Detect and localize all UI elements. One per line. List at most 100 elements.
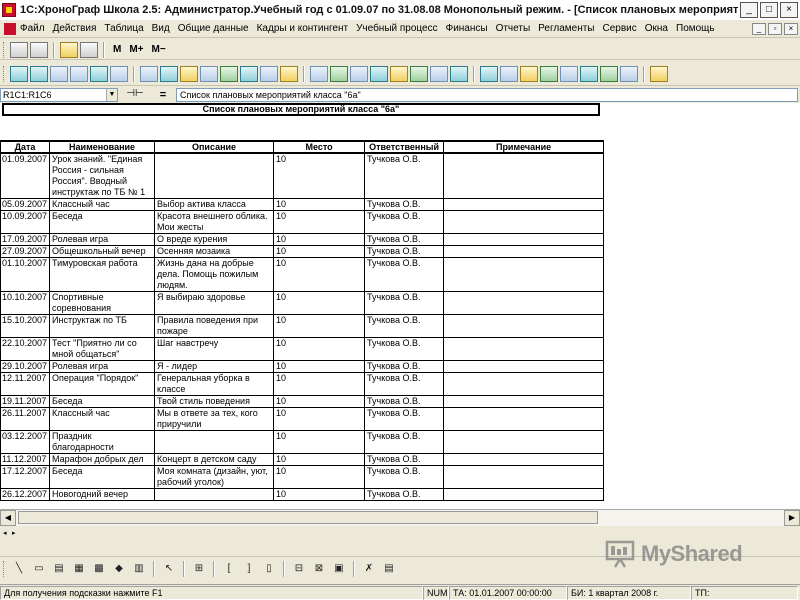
doc-minimize-button[interactable]: _: [752, 22, 766, 35]
cell-date[interactable]: 22.10.2007: [0, 337, 51, 361]
cell-responsible[interactable]: Тучкова О.В.: [364, 291, 445, 315]
library-icon[interactable]: [260, 65, 278, 82]
chevron-down-icon[interactable]: ▼: [106, 88, 117, 101]
clear-format-icon[interactable]: ✗: [361, 561, 377, 577]
cell-place[interactable]: 10: [273, 257, 366, 292]
menu-reports[interactable]: Отчеты: [492, 23, 535, 34]
toolbar-grip[interactable]: [3, 65, 6, 82]
scroll-left-icon[interactable]: ◀: [0, 509, 16, 526]
table-row[interactable]: 11.12.2007 Марафон добрых дел Концерт в де…: [0, 453, 605, 466]
sort-icon[interactable]: [200, 65, 218, 82]
rectangle-tool-icon[interactable]: ▭: [31, 561, 47, 577]
maximize-button[interactable]: □: [760, 2, 778, 18]
cell-name[interactable]: Урок знаний. "Единая Россия - сильная Ро…: [49, 153, 156, 199]
cell-description[interactable]: Я - лидер: [154, 360, 275, 373]
table-row[interactable]: 10.09.2007 Беседа Красота внешнего облика.…: [0, 210, 605, 234]
filter-icon[interactable]: [350, 65, 368, 82]
ole-object-icon[interactable]: ◆: [111, 561, 127, 577]
image-icon[interactable]: [520, 65, 538, 82]
cell-description[interactable]: О вреде курения: [154, 233, 275, 246]
cell-date[interactable]: 10.10.2007: [0, 291, 51, 315]
cell-responsible[interactable]: Тучкова О.В.: [364, 210, 445, 234]
cell-place[interactable]: 10: [273, 372, 366, 396]
col-header-description[interactable]: Описание: [154, 140, 275, 154]
groups-icon[interactable]: [70, 65, 88, 82]
doc-restore-button[interactable]: ▫: [768, 22, 782, 35]
cell-place[interactable]: 10: [273, 360, 366, 373]
cell-note[interactable]: [443, 407, 605, 431]
menu-view[interactable]: Вид: [148, 23, 174, 34]
report-icon[interactable]: [410, 65, 428, 82]
memory-button[interactable]: M: [110, 42, 124, 58]
table-row[interactable]: 17.12.2007 Беседа Моя комната (дизайн, уют…: [0, 465, 605, 489]
toolbar-grip[interactable]: [3, 560, 6, 577]
scroll-track[interactable]: [16, 509, 784, 526]
table-row[interactable]: 01.09.2007 Урок знаний. "Единая Россия - …: [0, 153, 605, 199]
cell-note[interactable]: [443, 153, 605, 199]
classes-icon[interactable]: [50, 65, 68, 82]
menu-staff[interactable]: Кадры и контингент: [253, 23, 352, 34]
table-row[interactable]: 26.11.2007 Классный час Мы в ответе за тех…: [0, 407, 605, 431]
table-row[interactable]: 17.09.2007 Ролевая игра О вреде курения 10 Т…: [0, 233, 605, 246]
cell-description[interactable]: Осенняя мозаика: [154, 245, 275, 258]
calendar-icon[interactable]: [60, 41, 78, 58]
cell-note[interactable]: [443, 257, 605, 292]
cell-description[interactable]: Правила поведения при пожаре: [154, 314, 275, 338]
cell-description[interactable]: Мы в ответе за тех, кого приручили: [154, 407, 275, 431]
cell-note[interactable]: [443, 291, 605, 315]
menu-study-process[interactable]: Учебный процесс: [352, 23, 442, 34]
cell-note[interactable]: [443, 314, 605, 338]
cell-place[interactable]: 10: [273, 198, 366, 211]
cell-place[interactable]: 10: [273, 314, 366, 338]
text-tool-icon[interactable]: ▤: [51, 561, 67, 577]
cell-note[interactable]: [443, 210, 605, 234]
cell-name[interactable]: Тимуровская работа: [49, 257, 156, 292]
merge-cells-icon[interactable]: ⊟: [291, 561, 307, 577]
split-cells-icon[interactable]: ⊠: [311, 561, 327, 577]
cell-name[interactable]: Общешкольный вечер: [49, 245, 156, 258]
cell-name[interactable]: Ролевая игра: [49, 360, 156, 373]
cell-note[interactable]: [443, 430, 605, 454]
cell-note[interactable]: [443, 233, 605, 246]
line-tool-icon[interactable]: ╲: [11, 561, 27, 577]
properties-icon[interactable]: ▤: [381, 561, 397, 577]
teacher-icon[interactable]: [160, 65, 178, 82]
cell-place[interactable]: 10: [273, 407, 366, 431]
cell-date[interactable]: 29.10.2007: [0, 360, 51, 373]
chart-tool-icon[interactable]: ▥: [131, 561, 147, 577]
table-row[interactable]: 12.11.2007 Операция "Порядок" Генеральная …: [0, 372, 605, 396]
menu-service[interactable]: Сервис: [599, 23, 641, 34]
cell-responsible[interactable]: Тучкова О.В.: [364, 360, 445, 373]
cell-responsible[interactable]: Тучкова О.В.: [364, 372, 445, 396]
cell-description[interactable]: [154, 153, 275, 199]
cell-place[interactable]: 10: [273, 210, 366, 234]
users-icon[interactable]: [10, 65, 28, 82]
cell-name[interactable]: Ролевая игра: [49, 233, 156, 246]
statistics-icon[interactable]: [540, 65, 558, 82]
calculator-icon[interactable]: [10, 41, 28, 58]
borders-icon[interactable]: ▣: [331, 561, 347, 577]
table-row[interactable]: 01.10.2007 Тимуровская работа Жизнь дана н…: [0, 257, 605, 292]
cell-note[interactable]: [443, 360, 605, 373]
cell-date[interactable]: 27.09.2007: [0, 245, 51, 258]
cell-responsible[interactable]: Тучкова О.В.: [364, 245, 445, 258]
rooms-icon[interactable]: [90, 65, 108, 82]
picture-tool-icon[interactable]: ▦: [71, 561, 87, 577]
edit-icon[interactable]: [390, 65, 408, 82]
cell-note[interactable]: [443, 337, 605, 361]
cell-responsible[interactable]: Тучкова О.В.: [364, 153, 445, 199]
table-row[interactable]: 22.10.2007 Тест "Приятно ли со мной общат…: [0, 337, 605, 361]
scroll-thumb[interactable]: [18, 510, 598, 524]
cell-name[interactable]: Операция "Порядок": [49, 372, 156, 396]
menu-table[interactable]: Таблица: [100, 23, 147, 34]
close-button[interactable]: ×: [780, 2, 798, 18]
formula-input[interactable]: Список плановых мероприятий класса "6а": [176, 87, 798, 102]
cell-place[interactable]: 10: [273, 337, 366, 361]
menu-windows[interactable]: Окна: [641, 23, 672, 34]
menu-actions[interactable]: Действия: [49, 23, 101, 34]
cell-description[interactable]: Генеральная уборка в классе: [154, 372, 275, 396]
print-icon[interactable]: [430, 65, 448, 82]
cell-date[interactable]: 26.12.2007: [0, 488, 51, 501]
cell-date[interactable]: 03.12.2007: [0, 430, 51, 454]
cell-description[interactable]: Шаг навстречу: [154, 337, 275, 361]
